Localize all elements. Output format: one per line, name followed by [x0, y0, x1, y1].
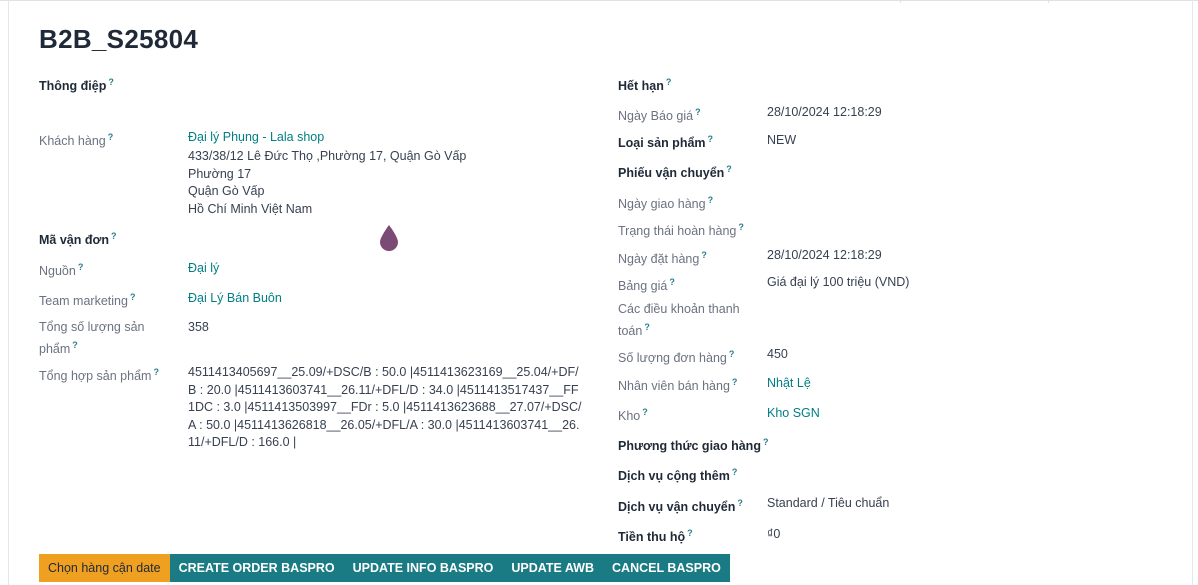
help-icon[interactable]: ? — [729, 349, 735, 359]
label-text: Dịch vụ cộng thêm — [618, 469, 730, 484]
help-icon[interactable]: ? — [701, 250, 707, 260]
label-text: Nguồn — [39, 264, 76, 279]
label-text: Số lượng đơn hàng — [618, 351, 727, 366]
help-icon[interactable]: ? — [666, 77, 672, 87]
label-text: Tiền thu hộ — [618, 530, 686, 545]
help-icon[interactable]: ? — [738, 222, 744, 232]
help-icon[interactable]: ? — [669, 277, 675, 287]
help-icon[interactable]: ? — [108, 77, 114, 87]
salesperson-link[interactable]: Nhật Lệ — [767, 374, 811, 392]
help-icon[interactable]: ? — [130, 292, 136, 302]
select-near-date-button[interactable]: Chọn hàng cận date — [39, 554, 170, 582]
help-icon[interactable]: ? — [108, 132, 114, 142]
label-text: Tổng số lượng sản phẩm — [39, 320, 145, 357]
label-text: Hết hạn — [618, 79, 664, 94]
cod-amount-value: ₫0 — [767, 527, 781, 541]
label-text: Team marketing — [39, 294, 128, 309]
customer-address: 433/38/12 Lê Đức Thọ ,Phường 17, Quận Gò… — [188, 148, 466, 218]
label-text: Thông điệp — [39, 79, 107, 94]
label-dieu-khoan: Các điều khoản thanh toán? — [618, 300, 748, 340]
help-icon[interactable]: ? — [153, 367, 159, 377]
label-phuong-thuc-giao-hang: Phương thức giao hàng? — [618, 433, 768, 455]
page-title: B2B_S25804 — [39, 24, 199, 54]
source-link[interactable]: Đại lý — [188, 259, 219, 277]
help-icon[interactable]: ? — [687, 528, 693, 538]
label-bang-gia: Bảng giá? — [618, 273, 675, 295]
help-icon[interactable]: ? — [72, 340, 78, 350]
drop-icon — [380, 225, 398, 251]
label-text: Phiếu vận chuyển — [618, 166, 725, 181]
update-info-baspro-button[interactable]: UPDATE INFO BASPRO — [343, 554, 503, 582]
help-icon[interactable]: ? — [763, 437, 769, 447]
help-icon[interactable]: ? — [111, 231, 117, 241]
label-team-marketing: Team marketing? — [39, 288, 135, 310]
help-icon[interactable]: ? — [737, 498, 743, 508]
label-nhan-vien: Nhân viên bán hàng? — [618, 373, 737, 395]
label-phieu-van-chuyen: Phiếu vận chuyển? — [618, 160, 732, 182]
create-order-baspro-button[interactable]: CREATE ORDER BASPRO — [169, 554, 344, 582]
label-text: Các điều khoản thanh toán — [618, 302, 740, 339]
order-quantity-value: 450 — [767, 347, 788, 361]
address-line: Quận Gò Vấp — [188, 184, 265, 198]
label-kho: Kho? — [618, 403, 648, 425]
label-het-han: Hết hạn? — [618, 73, 671, 95]
label-text: Ngày Báo giá — [618, 109, 694, 124]
label-dich-vu-cong-them: Dịch vụ cộng thêm? — [618, 463, 737, 485]
product-type-value: NEW — [767, 133, 797, 147]
address-line: Hồ Chí Minh Việt Nam — [188, 201, 313, 216]
pricelist-value: Giá đại lý 100 triệu (VND) — [767, 275, 910, 289]
help-icon[interactable]: ? — [726, 164, 732, 174]
help-icon[interactable]: ? — [732, 467, 738, 477]
label-text: Khách hàng — [39, 134, 106, 149]
label-text: Ngày giao hàng — [618, 197, 706, 212]
address-line: 433/38/12 Lê Đức Thọ ,Phường 17, Quận Gò… — [188, 149, 467, 163]
label-tong-so-luong: Tổng số lượng sản phẩm? — [39, 318, 149, 358]
label-dich-vu-van-chuyen: Dịch vụ vận chuyển? — [618, 494, 743, 516]
help-icon[interactable]: ? — [642, 407, 648, 417]
help-icon[interactable]: ? — [695, 107, 701, 117]
label-tong-hop: Tổng hợp sản phẩm? — [39, 363, 159, 385]
update-awb-button[interactable]: UPDATE AWB — [502, 554, 604, 582]
help-icon[interactable]: ? — [708, 134, 714, 144]
label-text: Bảng giá — [618, 279, 668, 294]
label-text: Dịch vụ vận chuyển — [618, 500, 736, 515]
label-text: Tổng hợp sản phẩm — [39, 369, 152, 384]
label-ma-van-don: Mã vận đơn? — [39, 227, 117, 249]
label-so-luong-don-hang: Số lượng đơn hàng? — [618, 345, 734, 367]
label-text: Phương thức giao hàng — [618, 439, 761, 454]
label-ngay-giao-hang: Ngày giao hàng? — [618, 191, 713, 213]
team-link[interactable]: Đại Lý Bán Buôn — [188, 289, 282, 307]
label-text: Mã vận đơn — [39, 233, 110, 248]
help-icon[interactable]: ? — [708, 195, 714, 205]
warehouse-link[interactable]: Kho SGN — [767, 404, 820, 422]
cancel-baspro-button[interactable]: CANCEL BASPRO — [603, 554, 730, 582]
label-text: Ngày đặt hàng — [618, 252, 700, 267]
shipping-service-value: Standard / Tiêu chuẩn — [767, 496, 890, 510]
quotation-date-value: 28/10/2024 12:18:29 — [767, 105, 882, 119]
label-text: Kho — [618, 409, 641, 424]
label-thong-diep: Thông điệp? — [39, 73, 114, 95]
total-quantity-value: 358 — [188, 320, 209, 334]
label-nguon: Nguồn? — [39, 258, 83, 280]
label-khach-hang: Khách hàng? — [39, 128, 113, 150]
label-ngay-dat-hang: Ngày đặt hàng? — [618, 246, 707, 268]
help-icon[interactable]: ? — [78, 262, 84, 272]
label-ngay-bao-gia: Ngày Báo giá? — [618, 103, 701, 125]
label-loai-san-pham: Loại sản phẩm? — [618, 130, 713, 152]
label-trang-thai-hoan-hang: Trạng thái hoàn hàng? — [618, 218, 744, 240]
form-sheet — [8, 0, 1193, 585]
label-tien-thu-ho: Tiền thu hộ? — [618, 524, 693, 546]
help-icon[interactable]: ? — [732, 377, 738, 387]
action-button-bar: Chọn hàng cận date CREATE ORDER BASPRO U… — [39, 554, 730, 582]
product-summary-value: 4511413405697__25.09/+DSC/B : 50.0 |4511… — [188, 365, 582, 449]
label-text: Loại sản phẩm — [618, 136, 706, 151]
help-icon[interactable]: ? — [644, 322, 650, 332]
label-text: Nhân viên bán hàng — [618, 379, 730, 394]
order-date-value: 28/10/2024 12:18:29 — [767, 248, 882, 262]
address-line: Phường 17 — [188, 166, 252, 181]
label-text: Trạng thái hoàn hàng — [618, 224, 737, 239]
customer-link[interactable]: Đại lý Phụng - Lala shop — [188, 128, 324, 146]
